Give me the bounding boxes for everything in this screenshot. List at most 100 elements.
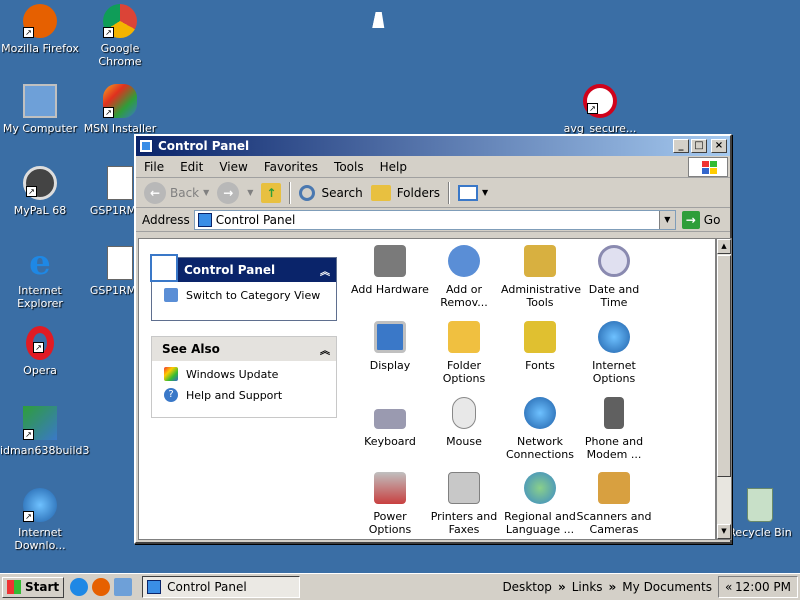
address-bar: Address Control Panel ▼ → Go	[136, 208, 730, 232]
ie-quicklaunch-icon[interactable]	[70, 578, 89, 596]
menu-edit[interactable]: Edit	[172, 160, 211, 174]
switch-view-label: Switch to Category View	[186, 288, 321, 302]
desktop-toolbar[interactable]: Desktop	[502, 580, 552, 594]
clock[interactable]: 12:00 PM	[735, 580, 791, 594]
cp-item-label: Fonts	[525, 359, 555, 372]
quick-launch	[70, 578, 136, 596]
cp-item-label: Internet Options	[592, 359, 636, 385]
chevron-right-icon[interactable]: »	[609, 580, 617, 594]
fonts-icon	[524, 321, 556, 353]
back-arrow-icon: ←	[144, 181, 166, 204]
back-button[interactable]: ← Back ▼	[140, 180, 213, 206]
chevron-right-icon[interactable]: »	[558, 580, 566, 594]
cp-item-label: Scanners and Cameras	[576, 510, 652, 536]
menu-favorites[interactable]: Favorites	[256, 160, 326, 174]
collapse-icon[interactable]: ︽	[320, 263, 330, 278]
desktop-icon-recycle-bin[interactable]: Recycle Bin	[720, 488, 800, 539]
links-toolbar[interactable]: Links	[572, 580, 603, 594]
desktop-icon-firefox[interactable]: ↗ Mozilla Firefox	[0, 4, 80, 55]
computer-icon	[23, 84, 57, 118]
search-button[interactable]: Search	[295, 180, 366, 206]
cp-item-label: Add or Remov...	[440, 283, 488, 309]
scroll-up-button[interactable]: ▲	[717, 239, 731, 254]
printer-icon	[448, 472, 480, 504]
switch-view-link[interactable]: Switch to Category View	[164, 288, 326, 302]
show-desktop-icon[interactable]	[114, 578, 133, 596]
scroll-down-button[interactable]: ▼	[717, 524, 731, 539]
cp-item-label: Folder Options	[442, 359, 486, 385]
folders-icon	[370, 184, 391, 201]
control-panel-icon	[147, 580, 162, 594]
cp-item-admin-tools[interactable]: Administrative Tools	[501, 245, 581, 309]
cp-item-keyboard[interactable]: Keyboard	[351, 397, 429, 448]
close-button[interactable]: ×	[711, 139, 727, 153]
desktop-icon-idman[interactable]: ↗ idman638build3	[0, 406, 90, 457]
address-label: Address	[142, 212, 190, 227]
cp-item-printers[interactable]: Printers and Faxes	[425, 472, 503, 536]
cp-item-add-hardware[interactable]: Add Hardware	[351, 245, 429, 296]
scanner-icon	[598, 472, 630, 504]
go-button[interactable]: → Go	[681, 210, 721, 229]
panel-header[interactable]: Control Panel ︽	[150, 254, 336, 282]
cp-item-power-options[interactable]: Power Options	[351, 472, 429, 536]
cp-item-internet-options[interactable]: Internet Options	[575, 321, 653, 385]
system-tray: « 12:00 PM	[718, 576, 798, 598]
cp-item-label: Printers and Faxes	[430, 510, 498, 536]
scroll-thumb[interactable]	[717, 255, 731, 477]
desktop-icon-my-computer[interactable]: My Computer	[0, 84, 80, 135]
menu-view[interactable]: View	[211, 160, 255, 174]
internet-options-icon	[598, 321, 630, 353]
cp-item-add-remove[interactable]: Add or Remov...	[425, 245, 503, 309]
vertical-scrollbar[interactable]: ▲ ▼	[716, 238, 732, 540]
opera-icon: ↗	[26, 326, 54, 360]
window-titlebar[interactable]: Control Panel _ □ ×	[136, 136, 730, 156]
desktop-icon-label: Opera	[23, 364, 57, 377]
views-button[interactable]: ▼	[454, 180, 492, 206]
views-icon	[458, 184, 479, 201]
cp-item-network[interactable]: Network Connections	[501, 397, 579, 461]
menu-tools[interactable]: Tools	[326, 160, 372, 174]
taskbar-item-control-panel[interactable]: Control Panel	[142, 576, 301, 598]
cp-item-folder-options[interactable]: Folder Options	[425, 321, 503, 385]
cp-item-scanners[interactable]: Scanners and Cameras	[575, 472, 653, 536]
panel-title: See Also	[162, 342, 220, 356]
mypal-icon: ↗	[23, 166, 57, 200]
tray-expand-button[interactable]: «	[725, 580, 732, 594]
start-button[interactable]: Start	[2, 576, 65, 598]
help-support-link[interactable]: ? Help and Support	[164, 388, 326, 402]
cp-item-regional[interactable]: Regional and Language ...	[501, 472, 579, 536]
maximize-button[interactable]: □	[691, 139, 707, 153]
taskbar: Start Control Panel Desktop » Links » My…	[0, 573, 800, 600]
panel-header[interactable]: See Also ︽	[152, 337, 336, 361]
firefox-quicklaunch-icon[interactable]	[92, 578, 111, 596]
menu-file[interactable]: File	[136, 160, 172, 174]
address-dropdown-button[interactable]: ▼	[658, 210, 675, 229]
cp-item-display[interactable]: Display	[351, 321, 429, 372]
menu-help[interactable]: Help	[372, 160, 415, 174]
desktop-icon-chrome[interactable]: ↗ Google Chrome	[80, 4, 160, 68]
go-label: Go	[703, 212, 721, 227]
forward-button[interactable]: → ▼	[213, 180, 257, 206]
my-documents-toolbar[interactable]: My Documents	[622, 580, 712, 594]
windows-update-link[interactable]: Windows Update	[164, 367, 326, 381]
minimize-button[interactable]: _	[673, 139, 689, 153]
standard-toolbar: ← Back ▼ → ▼ ↑ Search Folders ▼	[136, 178, 730, 208]
chevron-down-icon: ▼	[247, 188, 254, 197]
toolbar-separator	[289, 181, 292, 204]
up-button[interactable]: ↑	[257, 180, 285, 206]
desktop-icon-idm[interactable]: ↗ Internet Downlo...	[0, 488, 80, 552]
address-field[interactable]: Control Panel ▼	[193, 209, 676, 230]
cp-item-phone-modem[interactable]: Phone and Modem ...	[575, 397, 653, 461]
desktop-icon-ie[interactable]: e Internet Explorer	[0, 246, 80, 310]
desktop-icon-avg[interactable]: ↗ avg_secure...	[560, 84, 640, 135]
control-panel-window[interactable]: Control Panel _ □ × File Edit View Favor…	[134, 134, 732, 544]
folders-button[interactable]: Folders	[367, 180, 444, 206]
desktop-icon-mypal[interactable]: ↗ MyPaL 68	[0, 166, 80, 217]
document-icon	[107, 246, 133, 280]
desktop-icon-opera[interactable]: ↗ Opera	[0, 326, 80, 377]
collapse-icon[interactable]: ︽	[320, 342, 330, 357]
cp-item-date-time[interactable]: Date and Time	[575, 245, 653, 309]
cp-item-mouse[interactable]: Mouse	[425, 397, 503, 448]
desktop-icon-msn[interactable]: ↗ MSN Installer	[80, 84, 160, 135]
cp-item-fonts[interactable]: Fonts	[501, 321, 579, 372]
